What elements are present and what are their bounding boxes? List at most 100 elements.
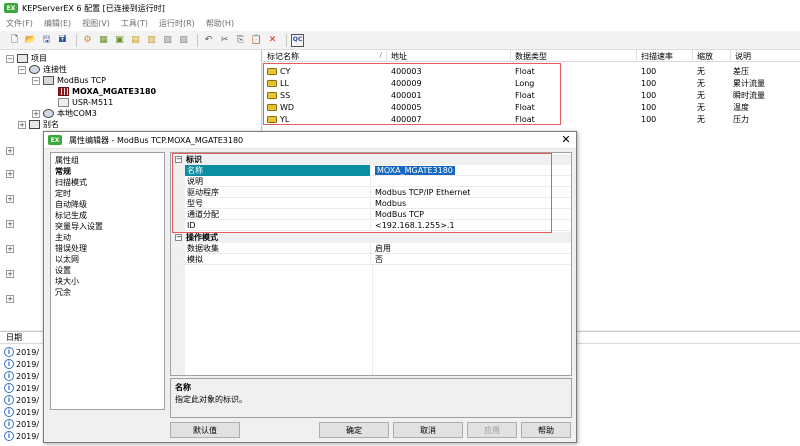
tree-item-device-moxa[interactable]: MOXA_MGATE3180	[58, 86, 156, 97]
expand-toggle[interactable]: +	[6, 269, 14, 278]
copy-icon[interactable]: ⎘	[234, 34, 247, 47]
property-row-data-collection[interactable]: 数据收集 启用	[171, 243, 571, 254]
tree-item-hidden[interactable]: +	[6, 193, 17, 204]
expand-toggle[interactable]: +	[6, 244, 14, 253]
expand-toggle[interactable]: +	[18, 120, 26, 129]
log-row[interactable]: i 2019/	[4, 430, 39, 442]
collapse-toggle[interactable]: −	[32, 76, 40, 85]
tree-item-hidden[interactable]: +	[6, 218, 17, 229]
property-group-redundancy[interactable]: 冗余	[55, 287, 71, 298]
column-header-date[interactable]: 日期	[6, 332, 22, 343]
cut-icon[interactable]: ✂	[218, 34, 231, 47]
info-icon: i	[4, 383, 14, 393]
properties-icon[interactable]: ▨	[177, 34, 190, 47]
column-header-scan-rate[interactable]: 扫描速率	[637, 50, 693, 62]
collapse-toggle[interactable]: −	[6, 54, 14, 63]
log-row[interactable]: i 2019/	[4, 346, 39, 358]
column-header-description[interactable]: 说明	[731, 50, 800, 62]
column-header-tag-name[interactable]: 标记名称 /	[263, 50, 387, 62]
paste-icon[interactable]: 📋	[250, 34, 263, 47]
tree-label: USR-M511	[72, 98, 114, 107]
tree-item-project[interactable]: − 项目	[6, 53, 47, 64]
menu-edit[interactable]: 编辑(E)	[44, 18, 71, 29]
property-group-error-handling[interactable]: 错误处理	[55, 243, 87, 254]
group-operation-mode[interactable]: − 操作模式	[171, 232, 571, 243]
quick-client-icon[interactable]: QC	[291, 33, 304, 47]
expand-toggle[interactable]: +	[6, 194, 14, 203]
cancel-button[interactable]: 取消	[393, 422, 463, 438]
property-group-tag-generation[interactable]: 标记生成	[55, 210, 87, 221]
dialog-title-bar[interactable]: EX 属性编辑器 - ModBus TCP.MOXA_MGATE3180 ✕	[44, 132, 576, 149]
log-row[interactable]: i 2019/	[4, 394, 39, 406]
tree-item-hidden[interactable]: +	[6, 243, 17, 254]
property-group-header: 属性组	[55, 156, 79, 165]
bulk-tag-icon[interactable]: ▧	[161, 34, 174, 47]
expand-toggle[interactable]: +	[6, 294, 14, 303]
save-as-icon[interactable]: 🖬	[56, 34, 69, 47]
collapse-toggle[interactable]: −	[175, 234, 182, 241]
expand-toggle[interactable]: +	[6, 219, 14, 228]
tree-item-hidden[interactable]: +	[6, 268, 17, 279]
log-row[interactable]: i 2019/	[4, 370, 39, 382]
toolbar: 🗋 📂 🖫 🖬 ⚙ ▦ ▣ ▤ ▥ ▧ ▨ ↶ ✂ ⎘ 📋 ✕ QC	[0, 31, 800, 50]
menu-tools[interactable]: 工具(T)	[121, 18, 148, 29]
collapse-toggle[interactable]: −	[18, 65, 26, 74]
tree-item-hidden[interactable]: +	[6, 168, 17, 179]
tree-item-channel[interactable]: − ModBus TCP	[32, 75, 106, 86]
property-value[interactable]: 启用	[372, 243, 571, 254]
tag-description: 温度	[733, 102, 749, 112]
open-folder-icon[interactable]: 📂	[24, 34, 37, 47]
expand-toggle[interactable]: +	[6, 169, 14, 178]
menu-file[interactable]: 文件(F)	[6, 18, 33, 29]
undo-icon[interactable]: ↶	[202, 34, 215, 47]
property-group-general[interactable]: 常规	[55, 166, 71, 177]
close-icon[interactable]: ✕	[560, 134, 572, 146]
menu-runtime[interactable]: 运行时(R)	[159, 18, 195, 29]
tree-label: 别名	[43, 120, 59, 129]
column-header-address[interactable]: 地址	[387, 50, 511, 62]
property-group-timing[interactable]: 定时	[55, 188, 71, 199]
column-header-data-type[interactable]: 数据类型	[511, 50, 637, 62]
tree-item-connectivity[interactable]: − 连接性	[18, 64, 67, 75]
property-group-import-settings[interactable]: 突量导入设置	[55, 221, 103, 232]
property-row-simulated[interactable]: 模拟 否	[171, 254, 571, 265]
property-group-ethernet[interactable]: 以太网	[55, 254, 79, 265]
dialog-title: 属性编辑器 - ModBus TCP.MOXA_MGATE3180	[69, 135, 244, 145]
property-group-master[interactable]: 主动	[55, 232, 71, 243]
column-header-scaling[interactable]: 缩放	[693, 50, 731, 62]
save-icon[interactable]: 🖫	[40, 34, 53, 47]
log-row[interactable]: i 2019/	[4, 358, 39, 370]
defaults-button[interactable]: 默认值	[170, 422, 240, 438]
new-file-icon[interactable]: 🗋	[8, 34, 21, 47]
apply-button[interactable]: 应用	[467, 422, 517, 438]
property-group-settings[interactable]: 设置	[55, 265, 71, 276]
new-tag-icon[interactable]: ▤	[129, 34, 142, 47]
tree-item-alias[interactable]: + 别名	[18, 119, 59, 130]
property-group-scan-mode[interactable]: 扫描模式	[55, 177, 87, 188]
help-button[interactable]: 帮助	[521, 422, 571, 438]
log-date: 2019/	[16, 347, 40, 357]
property-grid: − 标识 名称 MOXA_MGATE3180 说明 驱动程序 Modbus TC…	[170, 152, 572, 376]
log-row[interactable]: i 2019/	[4, 406, 39, 418]
tree-label: ModBus TCP	[57, 76, 106, 85]
log-row[interactable]: i 2019/	[4, 418, 39, 430]
delete-icon[interactable]: ✕	[266, 34, 279, 47]
log-row[interactable]: i 2019/	[4, 382, 39, 394]
property-value[interactable]: 否	[372, 254, 571, 265]
gear-icon[interactable]: ⚙	[81, 34, 94, 47]
property-group-block-size[interactable]: 块大小	[55, 276, 79, 287]
new-device-icon[interactable]: ▣	[113, 34, 126, 47]
expand-toggle[interactable]: +	[6, 146, 14, 155]
tree-item-hidden[interactable]: +	[6, 293, 17, 304]
tag-scaling: 无	[697, 66, 705, 76]
menu-help[interactable]: 帮助(H)	[206, 18, 234, 29]
new-channel-icon[interactable]: ▦	[97, 34, 110, 47]
tag-group-icon[interactable]: ▥	[145, 34, 158, 47]
tree-item-hidden[interactable]: +	[6, 145, 17, 156]
expand-toggle[interactable]: +	[32, 109, 40, 118]
property-group-auto-demotion[interactable]: 自动降级	[55, 199, 87, 210]
ok-button[interactable]: 确定	[319, 422, 389, 438]
menu-view[interactable]: 视图(V)	[82, 18, 110, 29]
tree-item-com[interactable]: + 本地COM3	[32, 108, 97, 119]
tree-item-device-usr[interactable]: USR-M511	[58, 97, 113, 108]
